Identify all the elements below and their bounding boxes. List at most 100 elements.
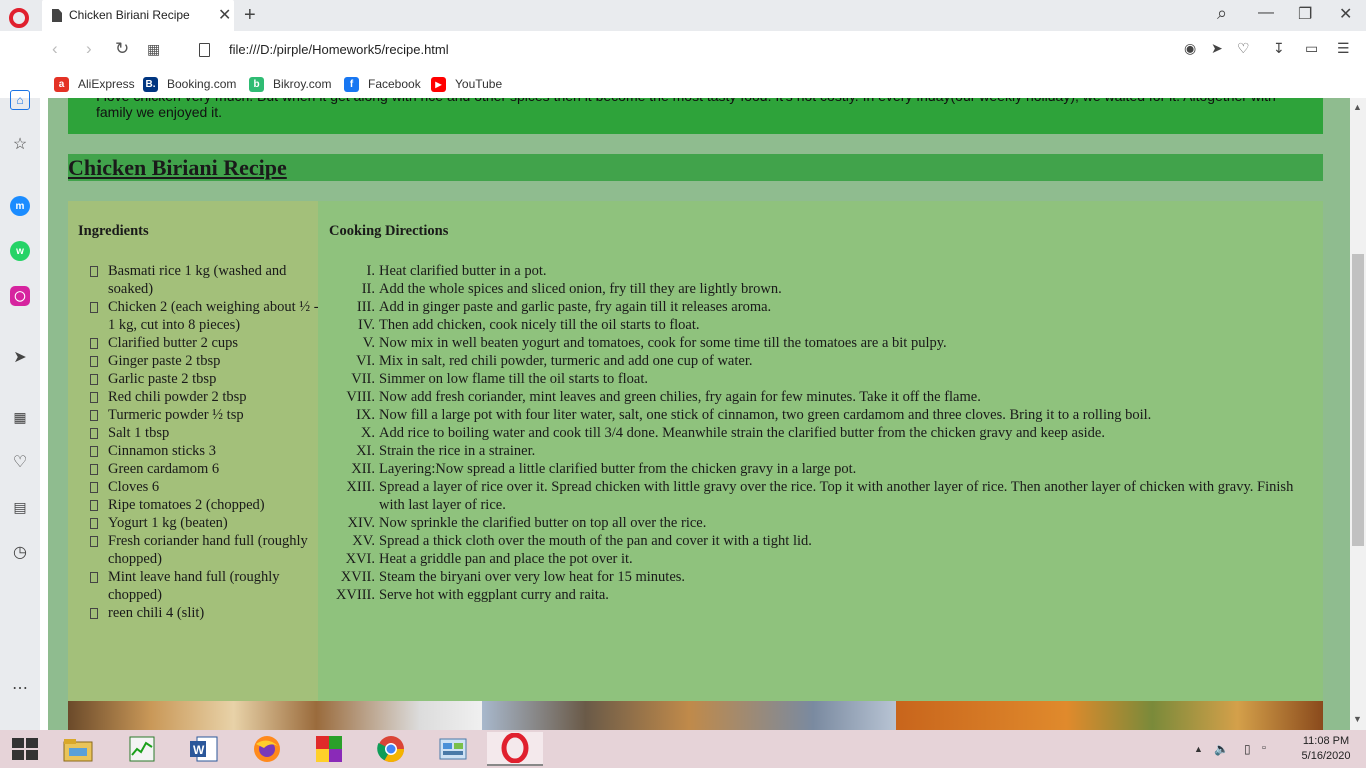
word-icon[interactable]: W <box>176 732 232 766</box>
close-window-button[interactable]: ✕ <box>1339 4 1352 24</box>
step-number: VIII. <box>346 389 375 405</box>
volume-icon[interactable]: 🔈 <box>1214 742 1229 756</box>
tab-close-icon[interactable]: ✕ <box>218 5 231 25</box>
bullet-box-icon <box>90 482 98 493</box>
bookmark-youtube[interactable]: ▶ YouTube <box>431 75 502 93</box>
reload-icon[interactable]: ↻ <box>115 39 129 59</box>
opera-taskbar-icon[interactable] <box>487 732 543 766</box>
battery-icon[interactable]: ▯ <box>1244 742 1251 756</box>
step-text: Steam the biryani over very low heat for… <box>379 569 686 585</box>
ingredient-item: Fresh coriander hand full (roughly chopp… <box>90 532 320 568</box>
step-text: Now sprinkle the clarified butter on top… <box>379 515 707 531</box>
ingredient-item: Cinnamon sticks 3 <box>90 442 320 460</box>
ingredient-item: Cloves 6 <box>90 478 320 496</box>
minimize-button[interactable]: — <box>1258 4 1274 22</box>
control-panel-icon[interactable] <box>425 732 481 766</box>
clock-date: 5/16/2020 <box>1301 750 1351 762</box>
winrar-icon[interactable] <box>301 732 357 766</box>
system-clock[interactable]: 11:08 PM 5/16/2020 <box>1298 734 1354 764</box>
forward-icon[interactable]: › <box>86 39 92 59</box>
network-icon[interactable]: ▫ <box>1262 742 1266 754</box>
file-explorer-icon[interactable] <box>50 732 106 766</box>
instagram-icon[interactable]: ◯ <box>10 286 30 306</box>
task-manager-icon[interactable] <box>114 732 170 766</box>
step-number: II. <box>361 281 375 297</box>
speed-dial-icon[interactable]: ⌂ <box>10 90 30 110</box>
direction-step: VI. Mix in salt, red chili powder, turmer… <box>318 352 1308 370</box>
ingredient-text: Cinnamon sticks 3 <box>108 443 216 459</box>
step-text: Layering:Now spread a little clarified b… <box>379 461 857 477</box>
ingredient-item: Salt 1 tbsp <box>90 424 320 442</box>
snapshot-icon[interactable]: ◉ <box>1184 40 1196 57</box>
step-text: Now fill a large pot with four liter wat… <box>379 407 1152 423</box>
direction-step: XI. Strain the rice in a strainer. <box>318 442 1308 460</box>
bookmark-bikroy[interactable]: b Bikroy.com <box>249 75 331 93</box>
direction-step: I. Heat clarified butter in a pot. <box>318 262 1308 280</box>
clock-time: 11:08 PM <box>1302 735 1350 747</box>
direction-step: VIII. Now add fresh coriander, mint leave… <box>318 388 1308 406</box>
opera-menu-icon[interactable] <box>9 8 29 28</box>
direction-step: II. Add the whole spices and sliced onion… <box>318 280 1308 298</box>
direction-step: IV. Then add chicken, cook nicely till th… <box>318 316 1308 334</box>
direction-step: XVI. Heat a griddle pan and place the pot… <box>318 550 1308 568</box>
more-icon[interactable]: ⋯ <box>10 678 30 698</box>
back-icon[interactable]: ‹ <box>52 39 58 59</box>
ingredient-text: reen chili 4 (slit) <box>108 605 205 621</box>
bookmark-aliexpress[interactable]: a AliExpress <box>54 75 135 93</box>
heart-icon[interactable]: ♡ <box>1237 40 1250 57</box>
scroll-down-icon[interactable]: ▼ <box>1353 714 1362 724</box>
step-number: V. <box>362 335 375 351</box>
bullet-box-icon <box>90 608 98 619</box>
scroll-thumb[interactable] <box>1352 254 1364 546</box>
ingredient-item: Green cardamom 6 <box>90 460 320 478</box>
chrome-icon[interactable] <box>363 732 419 766</box>
easy-setup-icon[interactable]: ☰ <box>1337 40 1350 57</box>
step-text: Serve hot with eggplant curry and raita. <box>379 587 609 603</box>
document-icon <box>52 9 62 22</box>
intro-section: I love chicken very much. But when it ge… <box>68 98 1323 134</box>
step-text: Add the whole spices and sliced onion, f… <box>379 281 782 297</box>
download-icon[interactable]: ↧ <box>1273 40 1285 57</box>
windows-start-icon[interactable] <box>12 738 38 760</box>
workspaces-icon[interactable]: ▦ <box>10 407 30 427</box>
step-number: XVIII. <box>335 587 375 603</box>
bullet-box-icon <box>90 392 98 403</box>
step-text: Then add chicken, cook nicely till the o… <box>379 317 700 333</box>
bikroy-icon: b <box>249 76 264 92</box>
restore-button[interactable]: ❐ <box>1298 4 1312 24</box>
tray-overflow-icon[interactable]: ▲ <box>1194 744 1203 754</box>
news-icon[interactable]: ▤ <box>10 497 30 517</box>
firefox-icon[interactable] <box>239 732 295 766</box>
scroll-up-icon[interactable]: ▲ <box>1353 102 1362 112</box>
ingredient-text: Fresh coriander hand full (roughly chopp… <box>108 533 308 567</box>
whatsapp-icon[interactable]: w <box>10 241 30 261</box>
page-scrollbar[interactable]: ▲ ▼ <box>1350 98 1366 730</box>
biriani-photo-2 <box>482 701 896 730</box>
bullet-box-icon <box>90 500 98 511</box>
battery-saver-icon[interactable]: ▭ <box>1305 40 1318 57</box>
search-tabs-icon[interactable]: ⌕ <box>1217 3 1227 24</box>
step-text: Now add fresh coriander, mint leaves and… <box>379 389 981 405</box>
direction-step: XVIII. Serve hot with eggplant curry and … <box>318 586 1308 604</box>
url-field[interactable]: file:///D:/pirple/Homework5/recipe.html <box>229 42 449 57</box>
direction-step: XV. Spread a thick cloth over the mouth o… <box>318 532 1308 550</box>
bookmarks-star-icon[interactable]: ☆ <box>10 134 30 154</box>
history-icon[interactable]: ◷ <box>10 542 30 562</box>
player-send-icon[interactable]: ➤ <box>10 347 30 367</box>
step-number: VI. <box>356 353 375 369</box>
send-icon[interactable]: ➤ <box>1211 40 1223 57</box>
aliexpress-icon: a <box>54 76 69 92</box>
tab-title: Chicken Biriani Recipe <box>69 8 190 22</box>
step-number: IV. <box>357 317 375 333</box>
step-number: XII. <box>351 461 375 477</box>
page-info-icon[interactable] <box>199 43 210 57</box>
tabs-grid-icon[interactable]: ▦ <box>147 41 160 58</box>
tab-chicken-biriani[interactable]: Chicken Biriani Recipe ✕ <box>42 0 234 31</box>
bookmark-booking[interactable]: B. Booking.com <box>143 75 236 93</box>
bookmark-facebook[interactable]: f Facebook <box>344 75 421 93</box>
direction-step: XIII. Spread a layer of rice over it. Spr… <box>318 478 1308 514</box>
new-tab-button[interactable]: + <box>244 4 256 27</box>
direction-step: XVII. Steam the biryani over very low hea… <box>318 568 1308 586</box>
messenger-icon[interactable]: m <box>10 196 30 216</box>
heart-icon[interactable]: ♡ <box>10 452 30 472</box>
